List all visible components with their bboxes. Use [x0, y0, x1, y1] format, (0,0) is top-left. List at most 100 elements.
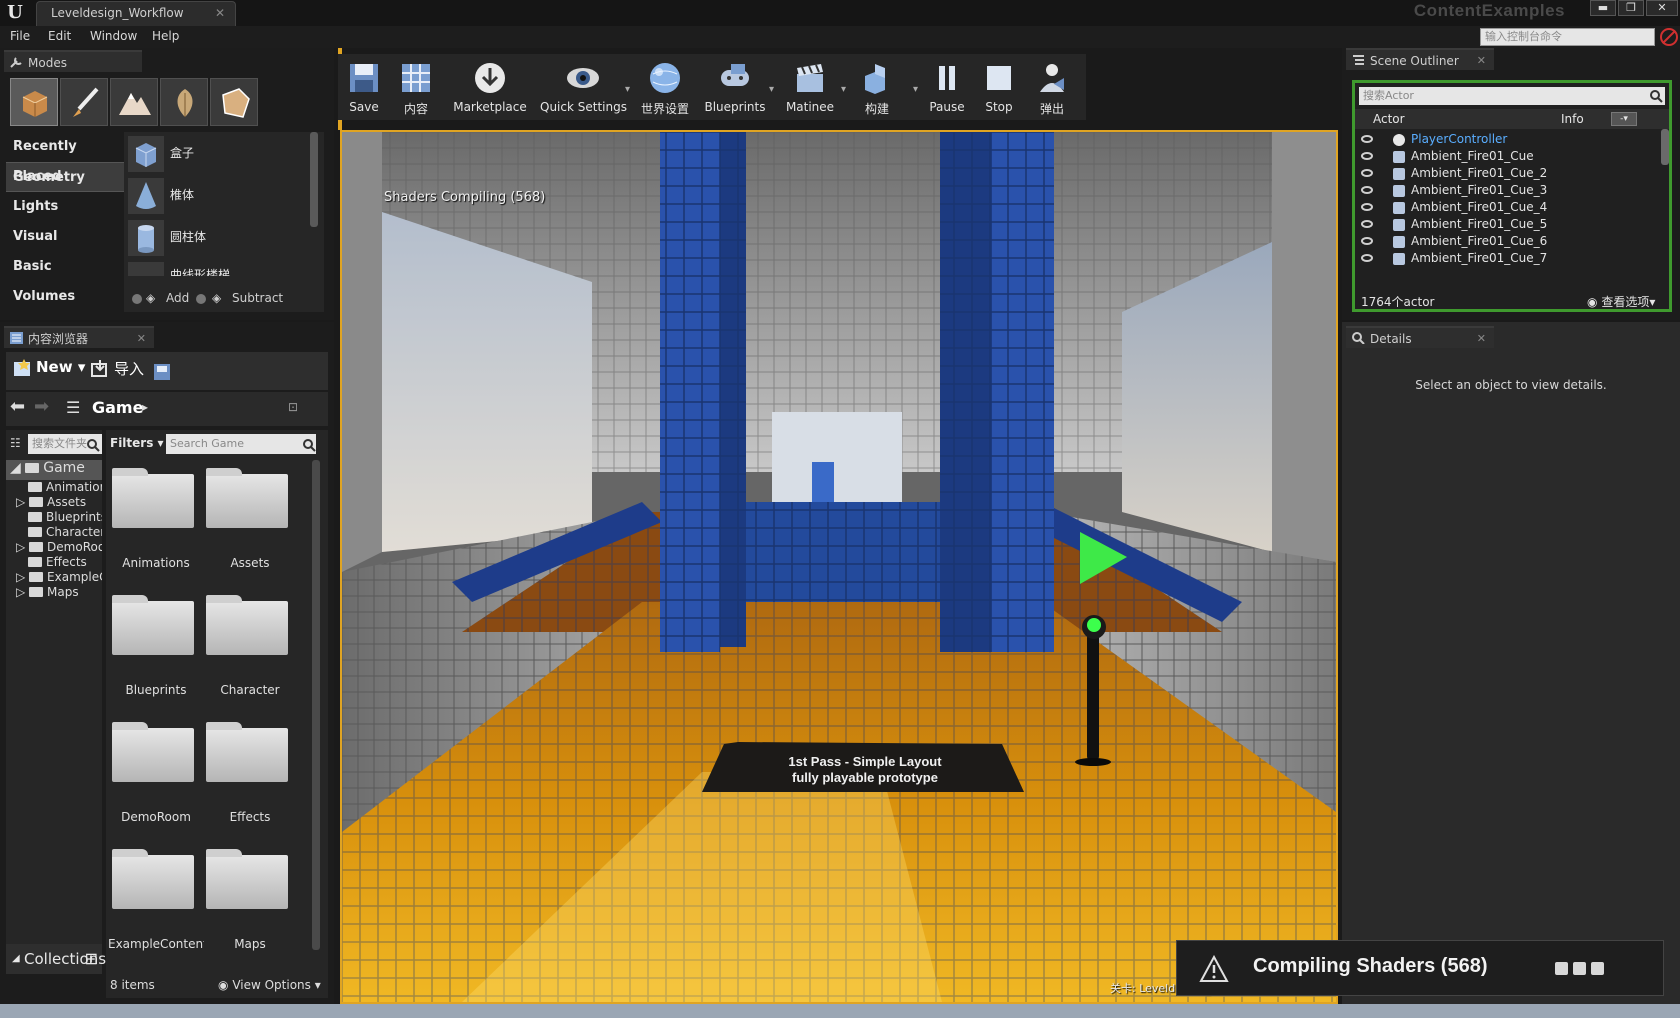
- content-button[interactable]: 内容: [392, 58, 440, 118]
- asset-search-input[interactable]: Search Game: [166, 434, 316, 454]
- path-segment-game[interactable]: Game: [92, 398, 143, 417]
- visibility-eye-icon[interactable]: [1361, 152, 1373, 160]
- geo-item-cone[interactable]: 椎体: [124, 174, 304, 218]
- build-button[interactable]: 构建 ▾: [850, 58, 918, 118]
- tree-node[interactable]: ▷ Assets: [6, 495, 102, 511]
- save-button[interactable]: Save: [342, 58, 386, 118]
- category-recently-placed[interactable]: Recently Placed: [6, 132, 124, 184]
- outliner-row[interactable]: Ambient_Fire01_Cue_7: [1355, 250, 1655, 268]
- visibility-eye-icon[interactable]: [1361, 220, 1373, 228]
- scene-outliner-tab[interactable]: Scene Outliner ✕: [1346, 48, 1494, 70]
- ban-icon[interactable]: [1660, 28, 1678, 46]
- category-geometry[interactable]: Geometry: [6, 162, 124, 192]
- tree-node[interactable]: ▷ Maps: [6, 585, 102, 601]
- collections-header[interactable]: ◢ Collections ⊞: [6, 944, 106, 974]
- folder-tile[interactable]: Maps: [202, 845, 298, 955]
- category-lights[interactable]: Lights: [6, 192, 124, 222]
- place-mode-button[interactable]: [10, 78, 58, 126]
- asset-grid-scrollbar[interactable]: [312, 460, 320, 950]
- close-window-button[interactable]: ✕: [1646, 0, 1678, 16]
- outliner-row[interactable]: Ambient_Fire01_Cue_5: [1355, 216, 1655, 234]
- level-document-tab[interactable]: Leveldesign_Workflow ✕: [36, 1, 236, 26]
- outliner-row[interactable]: Ambient_Fire01_Cue_4: [1355, 199, 1655, 217]
- close-tab-icon[interactable]: ✕: [1477, 50, 1486, 72]
- marketplace-button[interactable]: Marketplace: [442, 58, 538, 118]
- tree-node[interactable]: Blueprints: [6, 510, 102, 526]
- info-column-header[interactable]: Info: [1561, 112, 1584, 126]
- subtract-radio[interactable]: [196, 294, 206, 304]
- close-tab-icon[interactable]: ✕: [1477, 328, 1486, 350]
- forward-arrow-icon[interactable]: ➡: [34, 396, 49, 417]
- foliage-mode-button[interactable]: [160, 78, 208, 126]
- folder-tile[interactable]: ExampleContent: [108, 845, 204, 955]
- visibility-eye-icon[interactable]: [1361, 169, 1373, 177]
- visibility-eye-icon[interactable]: [1361, 135, 1373, 143]
- outliner-row[interactable]: Ambient_Fire01_Cue_6: [1355, 233, 1655, 251]
- folder-tile[interactable]: DemoRoom: [108, 718, 204, 838]
- close-tab-icon[interactable]: ✕: [215, 2, 225, 25]
- menu-file[interactable]: File: [10, 29, 30, 43]
- folder-tile[interactable]: Animations: [108, 464, 204, 584]
- geometry-edit-mode-button[interactable]: [210, 78, 258, 126]
- menu-edit[interactable]: Edit: [48, 29, 71, 43]
- geo-item-curved-stair[interactable]: 曲线形楼梯: [124, 258, 304, 276]
- tree-node[interactable]: Animations: [6, 480, 102, 496]
- tree-node[interactable]: ▷ ExampleContent: [6, 570, 102, 586]
- quick-settings-button[interactable]: Quick Settings ▾: [540, 58, 630, 118]
- menu-window[interactable]: Window: [90, 29, 137, 43]
- path-chevron-icon[interactable]: ▸: [142, 400, 148, 414]
- new-asset-button[interactable]: New ▾: [10, 358, 85, 376]
- category-visual[interactable]: Visual: [6, 222, 124, 252]
- blueprints-button[interactable]: Blueprints ▾: [700, 58, 774, 118]
- modes-tab[interactable]: Modes: [4, 50, 142, 72]
- pause-button[interactable]: Pause: [922, 58, 972, 118]
- details-tab[interactable]: Details ✕: [1346, 326, 1494, 348]
- outliner-row[interactable]: PlayerController: [1355, 131, 1655, 149]
- console-command-input[interactable]: 输入控制台命令: [1480, 28, 1655, 46]
- view-options-button[interactable]: ◉ View Options ▾: [218, 978, 321, 992]
- tree-node[interactable]: ▷ DemoRoom: [6, 540, 102, 556]
- folder-tile[interactable]: Blueprints: [108, 591, 204, 711]
- add-radio[interactable]: [132, 294, 142, 304]
- outliner-view-options-button[interactable]: ◉ 查看选项▾: [1587, 293, 1655, 310]
- tree-root-game[interactable]: ◢ Game: [6, 460, 102, 480]
- import-button[interactable]: 导入: [88, 358, 144, 379]
- visibility-eye-icon[interactable]: [1361, 203, 1373, 211]
- geo-item-box[interactable]: 盒子: [124, 132, 304, 176]
- geometry-scrollbar[interactable]: [310, 132, 318, 227]
- outliner-row[interactable]: Ambient_Fire01_Cue: [1355, 148, 1655, 166]
- close-tab-icon[interactable]: ✕: [137, 328, 146, 350]
- outliner-row[interactable]: Ambient_Fire01_Cue_3: [1355, 182, 1655, 200]
- actor-search-input[interactable]: 搜索Actor: [1359, 87, 1665, 105]
- eject-button[interactable]: 弹出: [1026, 58, 1078, 118]
- stop-button[interactable]: Stop: [974, 58, 1024, 118]
- paint-mode-button[interactable]: [60, 78, 108, 126]
- unreal-logo-icon[interactable]: U: [4, 2, 26, 24]
- save-all-icon[interactable]: [152, 362, 174, 382]
- visibility-eye-icon[interactable]: [1361, 186, 1373, 194]
- landscape-mode-button[interactable]: [110, 78, 158, 126]
- tree-node[interactable]: Character: [6, 525, 102, 541]
- tree-node[interactable]: Effects: [6, 555, 102, 571]
- minimize-button[interactable]: ▬: [1590, 0, 1616, 16]
- folder-tile[interactable]: Assets: [202, 464, 298, 584]
- back-arrow-icon[interactable]: ⬅: [10, 396, 25, 417]
- level-viewport[interactable]: 1st Pass - Simple Layout fully playable …: [340, 130, 1338, 1004]
- tree-view-icon[interactable]: ☷: [10, 436, 21, 450]
- world-settings-button[interactable]: 世界设置: [634, 58, 696, 118]
- add-collection-icon[interactable]: ⊞: [85, 944, 98, 974]
- visibility-eye-icon[interactable]: [1361, 254, 1373, 262]
- folder-tree-toggle-icon[interactable]: ☰: [66, 398, 80, 417]
- info-type-dropdown[interactable]: -▾: [1611, 112, 1637, 126]
- lock-icon[interactable]: ⊡: [288, 400, 298, 414]
- maximize-button[interactable]: ❐: [1618, 0, 1644, 16]
- folder-tile[interactable]: Character: [202, 591, 298, 711]
- filters-button[interactable]: Filters ▾: [110, 436, 164, 450]
- outliner-row[interactable]: Ambient_Fire01_Cue_2: [1355, 165, 1655, 183]
- category-volumes[interactable]: Volumes: [6, 282, 124, 312]
- matinee-button[interactable]: Matinee ▾: [778, 58, 846, 118]
- menu-help[interactable]: Help: [152, 29, 179, 43]
- outliner-scrollbar[interactable]: [1661, 129, 1669, 165]
- actor-column-header[interactable]: Actor: [1373, 112, 1405, 126]
- geo-item-cylinder[interactable]: 圆柱体: [124, 216, 304, 260]
